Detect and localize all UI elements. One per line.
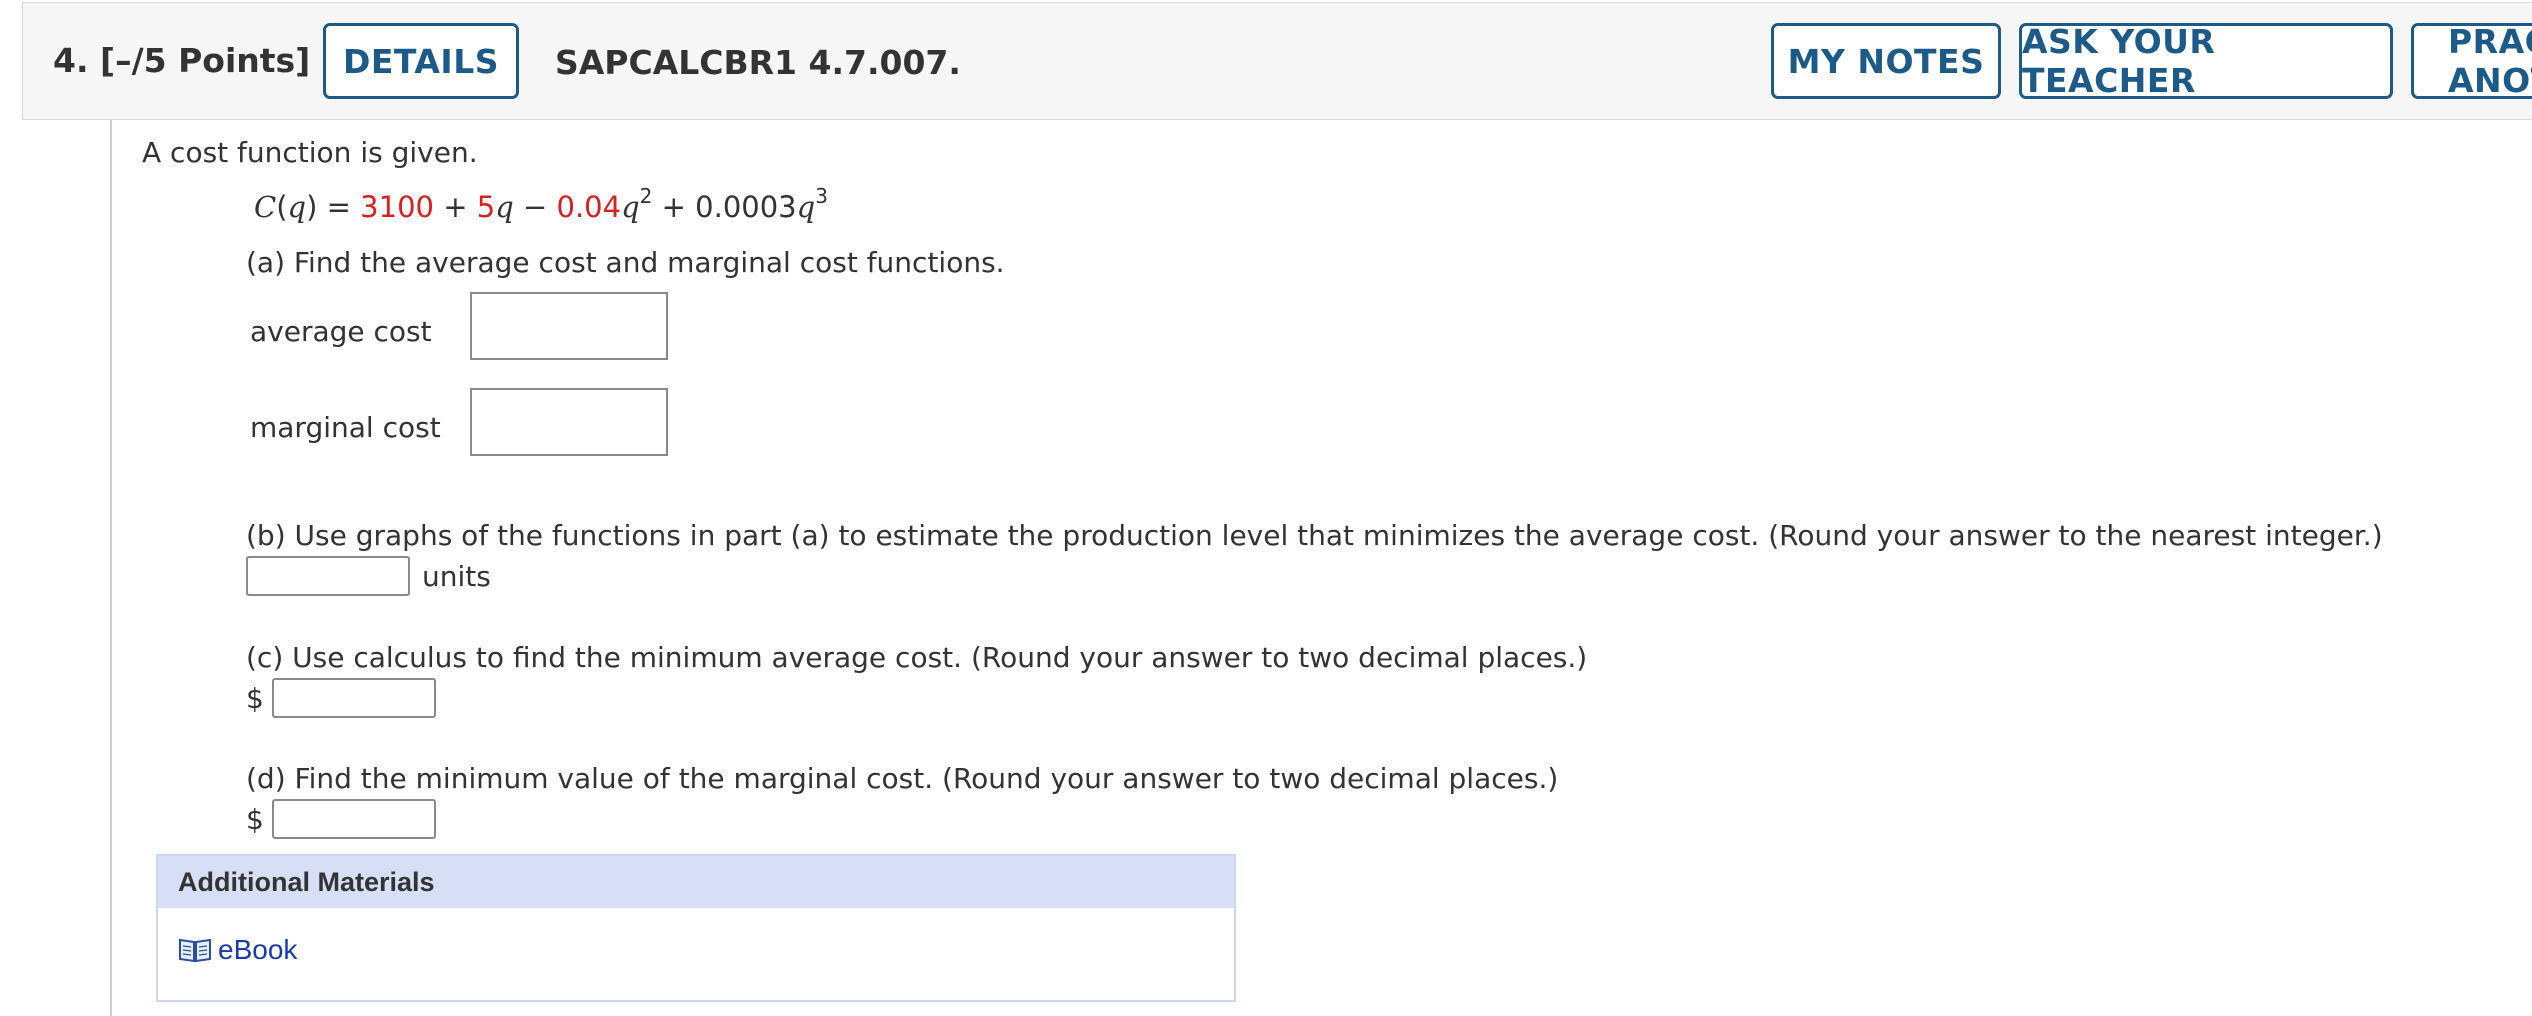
quadratic-coefficient: 0.04: [556, 190, 622, 224]
linear-coefficient: 5: [476, 190, 496, 224]
constant-term: 3100: [360, 190, 434, 224]
ebook-link[interactable]: eBook: [178, 934, 297, 966]
min-marginal-cost-input[interactable]: [272, 799, 436, 839]
practice-another-button[interactable]: PRACTICE ANOTHER: [2411, 22, 2532, 100]
cubic-coefficient: 0.0003: [695, 190, 797, 224]
question-header: 4. [–/5 Points] DETAILS SAPCALCBR1 4.7.0…: [22, 2, 2532, 120]
points-label: [–/5 Points]: [100, 41, 311, 80]
question-left-rule: [110, 120, 112, 1016]
ask-your-teacher-button[interactable]: ASK YOUR TEACHER: [2019, 22, 2393, 100]
additional-materials-panel: Additional Materials eBook: [156, 854, 1236, 1002]
problem-code: SAPCALCBR1 4.7.007.: [555, 43, 961, 82]
ebook-label: eBook: [218, 934, 298, 965]
part-b-prompt: (b) Use graphs of the functions in part …: [246, 519, 2383, 552]
dollar-sign: $: [246, 682, 264, 715]
marginal-cost-input[interactable]: [470, 388, 668, 456]
cost-formula: C(q) = 3100 + 5q − 0.04q2 + 0.0003q3: [254, 184, 828, 224]
dollar-sign: $: [246, 803, 264, 836]
question-number: 4. [–/5 Points]: [53, 41, 311, 80]
book-icon: [179, 938, 211, 963]
average-cost-input[interactable]: [470, 292, 668, 360]
min-average-cost-input[interactable]: [272, 678, 436, 718]
part-d-prompt: (d) Find the minimum value of the margin…: [246, 762, 1559, 795]
part-a-prompt: (a) Find the average cost and marginal c…: [246, 246, 1005, 279]
part-c-prompt: (c) Use calculus to find the minimum ave…: [246, 641, 1588, 674]
units-label: units: [422, 560, 491, 593]
details-button[interactable]: DETAILS: [323, 23, 519, 99]
additional-materials-title: Additional Materials: [158, 856, 1234, 908]
question-intro: A cost function is given.: [142, 136, 478, 169]
my-notes-button[interactable]: MY NOTES: [1771, 23, 2001, 99]
production-level-input[interactable]: [246, 556, 410, 596]
marginal-cost-label: marginal cost: [250, 411, 441, 444]
average-cost-label: average cost: [250, 315, 432, 348]
